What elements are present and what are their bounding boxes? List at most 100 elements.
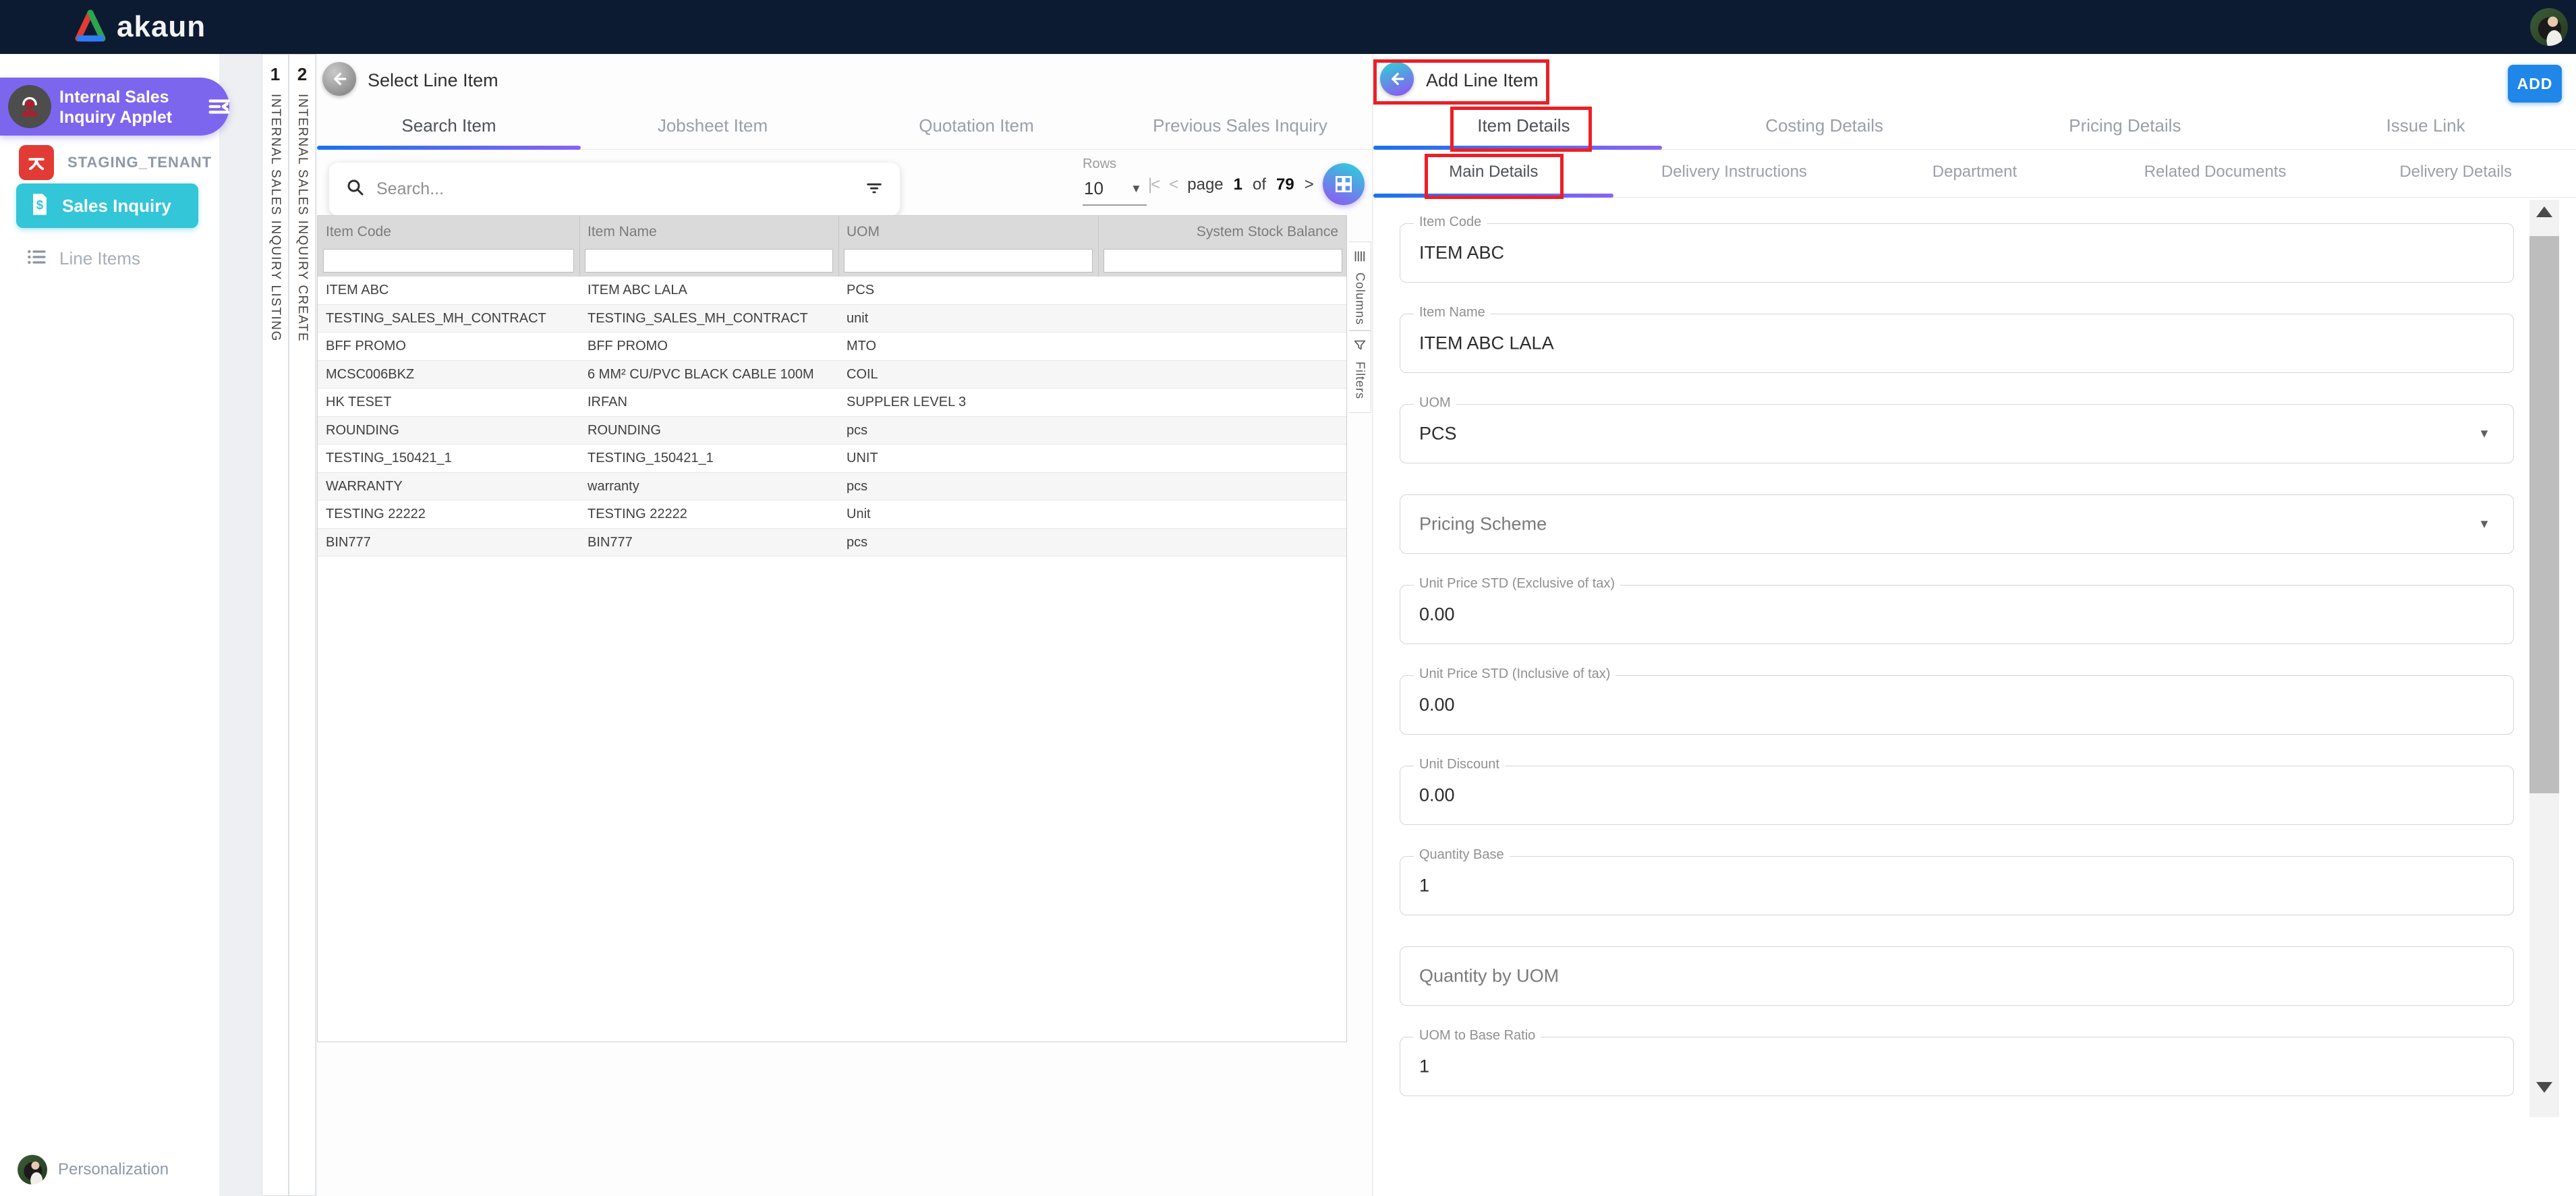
column-header-system-stock-balance[interactable]: System Stock Balance	[1197, 216, 1338, 246]
grid-view-button[interactable]	[1323, 163, 1365, 205]
akaun-triangle-icon	[71, 7, 110, 48]
scrollbar[interactable]	[2529, 200, 2559, 1117]
sidebar-item-tenant[interactable]: STAGING_TENANT	[19, 145, 212, 180]
page-title: Select Line Item	[368, 70, 498, 91]
uom-to-base-ratio-field[interactable]: UOM to Base Ratio 1	[1400, 1037, 2514, 1096]
table-row[interactable]: HK TESETIRFANSUPPLER LEVEL 3	[318, 389, 1346, 417]
document-dollar-icon: $	[30, 193, 50, 219]
strip-number: 1	[262, 55, 288, 85]
tab-costing-details[interactable]: Costing Details	[1674, 108, 1975, 149]
table-row[interactable]: BFF PROMOBFF PROMOMTO	[318, 333, 1346, 361]
rows-per-page-value[interactable]: 10	[1084, 178, 1104, 199]
left-panel-tabs: Search Item Jobsheet Item Quotation Item…	[317, 108, 1372, 150]
subtab-related-documents[interactable]: Related Documents	[2095, 150, 2336, 197]
subtab-department[interactable]: Department	[1854, 150, 2095, 197]
table-row[interactable]: TESTING_SALES_MH_CONTRACTTESTING_SALES_M…	[318, 305, 1346, 333]
tenant-label: STAGING_TENANT	[67, 154, 212, 171]
svg-text:$: $	[36, 198, 43, 212]
scrollbar-thumb[interactable]	[2529, 236, 2559, 793]
table-row[interactable]: MCSC006BKZ6 MM² CU/PVC BLACK CABLE 100MC…	[318, 361, 1346, 389]
search-box[interactable]	[328, 162, 900, 216]
vertical-tab-inquiry-create[interactable]: 2 INTERNAL SALES INQUIRY CREATE	[289, 54, 316, 1196]
table-row[interactable]: BIN777BIN777pcs	[318, 529, 1346, 557]
logo-text: akaun	[117, 10, 206, 44]
pagination: |< < page 1 of 79 > >|	[1148, 175, 1334, 194]
scroll-down-icon[interactable]	[2536, 1082, 2552, 1093]
scroll-up-icon[interactable]	[2536, 206, 2552, 217]
add-button[interactable]: ADD	[2508, 65, 2562, 103]
strip-label: INTERNAL SALES INQUIRY LISTING	[268, 94, 283, 342]
personalization-avatar	[18, 1155, 47, 1185]
sidebar-collapse-icon[interactable]	[200, 87, 239, 126]
quantity-base-field[interactable]: Quantity Base 1	[1400, 856, 2514, 915]
search-input[interactable]	[376, 179, 854, 199]
item-code-field[interactable]: Item Code ITEM ABC	[1400, 223, 2514, 283]
column-header-uom[interactable]: UOM	[847, 216, 880, 246]
tab-previous-sales-inquiry[interactable]: Previous Sales Inquiry	[1108, 108, 1372, 149]
sales-inquiry-label: Sales Inquiry	[62, 196, 171, 217]
annotation-box-add-line-item	[1373, 59, 1549, 105]
tab-search-item[interactable]: Search Item	[317, 108, 581, 149]
next-page-button[interactable]: >	[1305, 175, 1313, 194]
unit-discount-field[interactable]: Unit Discount 0.00	[1400, 766, 2514, 825]
sidebar-item-personalization[interactable]: Personalization	[18, 1155, 169, 1185]
annotation-box-item-details	[1450, 107, 1592, 152]
add-line-item-panel: Add Line Item ADD Item Details Costing D…	[1373, 54, 2576, 1196]
tab-quotation-item[interactable]: Quotation Item	[845, 108, 1108, 149]
chevron-down-icon[interactable]: ▼	[2478, 517, 2490, 532]
filters-side-tab[interactable]: Filters	[1349, 331, 1371, 413]
filter-input-uom[interactable]	[844, 249, 1093, 273]
page-total: 79	[1276, 175, 1294, 194]
user-avatar[interactable]	[2530, 8, 2568, 46]
table-row[interactable]: ITEM ABCITEM ABC LALAPCS	[318, 277, 1346, 305]
sidebar: Internal Sales Inquiry Applet STAGING_TE…	[0, 54, 219, 1196]
filter-input-item-code[interactable]	[323, 249, 574, 273]
rows-caret-icon[interactable]: ▼	[1130, 182, 1142, 196]
prev-page-button[interactable]: <	[1169, 175, 1177, 194]
columns-side-tab[interactable]: Columns	[1349, 241, 1371, 331]
table-header-row	[318, 216, 1346, 246]
first-page-button[interactable]: |<	[1148, 175, 1159, 194]
tab-issue-link[interactable]: Issue Link	[2275, 108, 2576, 149]
rows-per-page-label: Rows	[1083, 156, 1116, 172]
applet-title: Internal Sales Inquiry Applet	[59, 87, 172, 127]
unit-price-std-exclusive-field[interactable]: Unit Price STD (Exclusive of tax) 0.00	[1400, 585, 2514, 644]
table-body: ITEM ABCITEM ABC LALAPCS TESTING_SALES_M…	[318, 277, 1346, 557]
back-button[interactable]	[322, 62, 356, 96]
page-current: 1	[1234, 175, 1242, 194]
column-header-item-name[interactable]: Item Name	[588, 216, 657, 246]
table-row[interactable]: WARRANTYwarrantypcs	[318, 473, 1346, 501]
vertical-tab-inquiry-listing[interactable]: 1 INTERNAL SALES INQUIRY LISTING	[262, 54, 289, 1196]
strip-label: INTERNAL SALES INQUIRY CREATE	[295, 94, 310, 342]
tab-pricing-details[interactable]: Pricing Details	[1975, 108, 2276, 149]
strip-number: 2	[289, 55, 315, 85]
chevron-down-icon[interactable]: ▼	[2478, 427, 2490, 441]
subtab-delivery-details[interactable]: Delivery Details	[2335, 150, 2576, 197]
sidebar-item-line-items[interactable]: Line Items	[26, 246, 140, 271]
top-navbar: akaun	[0, 0, 2576, 54]
item-name-field[interactable]: Item Name ITEM ABC LALA	[1400, 314, 2514, 373]
sidebar-item-applet[interactable]: Internal Sales Inquiry Applet	[0, 78, 229, 136]
table-row[interactable]: TESTING_150421_1TESTING_150421_1UNIT	[318, 445, 1346, 473]
unit-price-std-inclusive-field[interactable]: Unit Price STD (Inclusive of tax) 0.00	[1400, 675, 2514, 735]
annotation-box-main-details	[1425, 154, 1564, 199]
pricing-scheme-select[interactable]: Pricing Scheme ▼	[1400, 494, 2514, 554]
quantity-by-uom-field[interactable]: Quantity by UOM	[1400, 946, 2514, 1006]
filter-input-system-stock-balance[interactable]	[1104, 249, 1342, 273]
sidebar-item-sales-inquiry[interactable]: $ Sales Inquiry	[16, 183, 198, 228]
select-line-item-panel: Select Line Item Search Item Jobsheet It…	[317, 54, 1372, 1196]
filter-list-icon[interactable]	[865, 178, 884, 200]
tenant-icon	[19, 145, 54, 180]
column-header-item-code[interactable]: Item Code	[326, 216, 391, 246]
table-row[interactable]: TESTING 22222TESTING 22222Unit	[318, 501, 1346, 529]
table-row[interactable]: ROUNDINGROUNDINGpcs	[318, 417, 1346, 445]
subtab-delivery-instructions[interactable]: Delivery Instructions	[1614, 150, 1855, 197]
line-items-label: Line Items	[59, 248, 140, 269]
items-table: Item Code Item Name UOM System Stock Bal…	[317, 215, 1347, 1042]
page-label: page	[1187, 175, 1223, 194]
of-label: of	[1253, 175, 1266, 194]
filter-input-item-name[interactable]	[585, 249, 833, 273]
akaun-logo: akaun	[71, 7, 206, 47]
tab-jobsheet-item[interactable]: Jobsheet Item	[581, 108, 845, 149]
uom-select[interactable]: UOM PCS ▼	[1400, 404, 2514, 463]
